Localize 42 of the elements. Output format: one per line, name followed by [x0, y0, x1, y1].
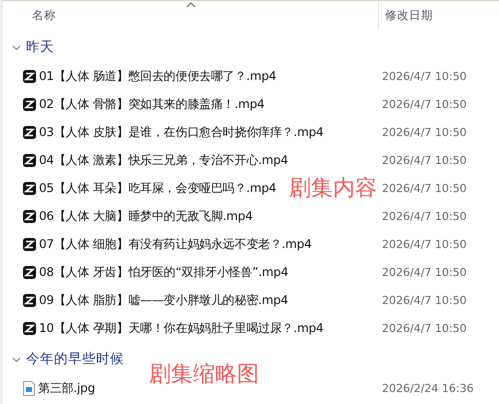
modified-date: 2026/4/7 10:50 — [381, 238, 467, 250]
file-name[interactable]: 10【人体 孕期】天哪！你在妈妈肚子里喝过尿？.mp4 — [39, 320, 324, 336]
file-name[interactable]: 08【人体 牙齿】怕牙医的“双排牙小怪兽”.mp4 — [39, 264, 288, 280]
column-header[interactable]: 修改日期 — [379, 1, 499, 30]
file-name[interactable]: 第三部.jpg — [38, 380, 95, 396]
file-name[interactable]: 03【人体 皮肤】是谁，在伤口愈合时挠你痒痒？.mp4 — [39, 124, 324, 140]
modified-date: 2026/4/7 10:50 — [381, 322, 467, 334]
modified-date: 2026/4/7 10:50 — [381, 266, 467, 278]
chevron-down-icon[interactable] — [12, 354, 21, 364]
file-name[interactable]: 06【人体 大脑】睡梦中的无敌飞脚.mp4 — [39, 208, 253, 224]
video-file-icon — [23, 210, 36, 222]
sort-caret-icon — [186, 2, 196, 8]
video-file-icon — [23, 126, 36, 138]
video-file-icon — [23, 266, 36, 278]
column-header[interactable]: 名称 — [3, 1, 378, 30]
modified-date: 2026/4/7 10:50 — [381, 126, 467, 138]
video-file-icon — [23, 98, 36, 110]
modified-date: 2026/4/7 10:50 — [381, 210, 467, 222]
video-file-icon — [23, 70, 36, 82]
chevron-down-icon[interactable] — [12, 42, 21, 52]
file-name[interactable]: 04【人体 激素】快乐三兄弟，专治不开心.mp4 — [39, 152, 288, 168]
video-file-icon — [23, 294, 36, 306]
video-file-icon — [23, 154, 36, 166]
file-name[interactable]: 02【人体 骨骼】突如其来的膝盖痛！.mp4 — [39, 96, 264, 112]
file-name[interactable]: 07【人体 细胞】有没有药让妈妈永远不变老？.mp4 — [39, 236, 312, 252]
group-header: 昨天 — [26, 38, 54, 56]
modified-date: 2026/4/7 10:50 — [381, 294, 467, 306]
video-file-icon — [23, 182, 36, 194]
group-header: 今年的早些时候 — [26, 350, 124, 368]
modified-date: 2026/4/7 10:50 — [381, 70, 467, 82]
annotation-text: 剧集内容 — [289, 175, 377, 203]
modified-date: 2026/2/24 16:36 — [381, 382, 474, 394]
annotation-text: 剧集缩略图 — [149, 361, 259, 389]
file-name[interactable]: 05【人体 耳朵】吃耳屎，会变哑巴吗？.mp4 — [39, 180, 276, 196]
file-name[interactable]: 01【人体 肠道】憋回去的便便去哪了？.mp4 — [39, 68, 276, 84]
image-file-icon — [23, 380, 35, 396]
file-name[interactable]: 09【人体 脂肪】嘘——变小胖墩儿的秘密.mp4 — [39, 292, 288, 308]
modified-date: 2026/4/7 10:50 — [381, 154, 467, 166]
video-file-icon — [23, 322, 36, 334]
video-file-icon — [23, 238, 36, 250]
modified-date: 2026/4/7 10:50 — [381, 98, 467, 110]
modified-date: 2026/4/7 10:50 — [381, 182, 467, 194]
